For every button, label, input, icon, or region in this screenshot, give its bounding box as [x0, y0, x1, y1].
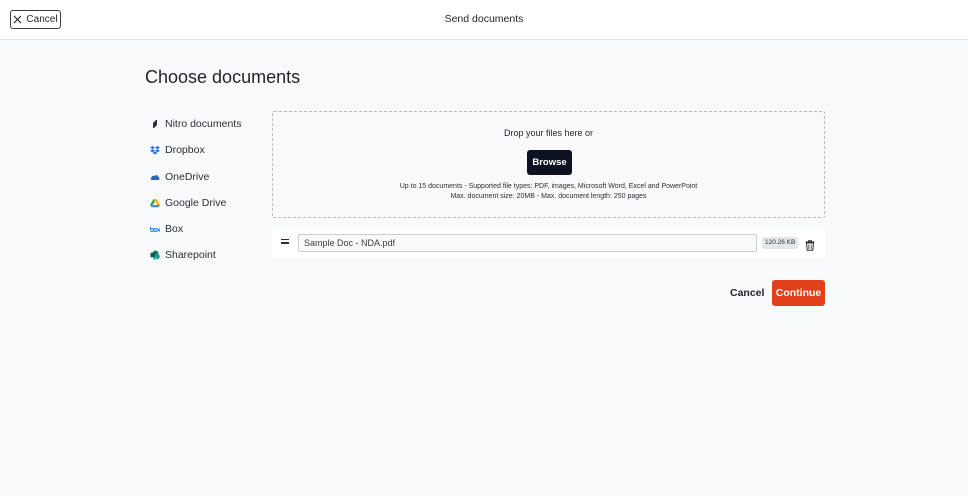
sharepoint-icon: [150, 250, 160, 261]
source-item-box[interactable]: Box: [150, 221, 260, 237]
source-item-label: Google Drive: [165, 196, 227, 209]
top-bar: Cancel Send documents: [0, 0, 968, 40]
drag-handle-icon[interactable]: [281, 239, 289, 247]
file-dropzone[interactable]: Drop your files here or Browse Up to 15 …: [272, 111, 825, 218]
continue-button[interactable]: Continue: [772, 280, 825, 306]
cancel-button[interactable]: Cancel: [725, 283, 769, 303]
dropzone-info: Up to 15 documents - Supported file type…: [273, 182, 824, 202]
page-title: Choose documents: [145, 67, 301, 87]
source-item-nitro[interactable]: Nitro documents: [150, 116, 260, 132]
file-name-input[interactable]: [298, 234, 757, 252]
source-item-dropbox[interactable]: Dropbox: [150, 142, 260, 158]
google-drive-icon: [150, 198, 160, 208]
nitro-icon: [150, 119, 160, 129]
box-icon: [150, 224, 160, 234]
source-item-label: Box: [165, 223, 184, 236]
source-item-label: Nitro documents: [165, 118, 242, 130]
file-row: 120.26 KB: [272, 229, 825, 258]
source-item-label: OneDrive: [165, 170, 210, 183]
dropzone-prompt: Drop your files here or: [503, 128, 594, 138]
source-item-sharepoint[interactable]: Sharepoint: [150, 247, 260, 263]
dropzone-info-line: Max. document size: 20MB - Max. document…: [450, 193, 647, 200]
dropbox-icon: [150, 145, 160, 155]
browse-button[interactable]: Browse: [527, 150, 572, 175]
source-item-google-drive[interactable]: Google Drive: [150, 195, 260, 211]
header-title: Send documents: [444, 13, 524, 25]
source-item-label: Sharepoint: [165, 249, 216, 262]
trash-icon[interactable]: [805, 238, 815, 251]
source-item-onedrive[interactable]: OneDrive: [150, 169, 260, 185]
source-list: Nitro documents Dropbox OneDrive Google …: [150, 116, 260, 274]
onedrive-icon: [150, 172, 160, 182]
dropzone-info-line: Up to 15 documents - Supported file type…: [399, 183, 698, 190]
file-size-badge: 120.26 KB: [762, 237, 799, 249]
source-item-label: Dropbox: [165, 144, 205, 157]
